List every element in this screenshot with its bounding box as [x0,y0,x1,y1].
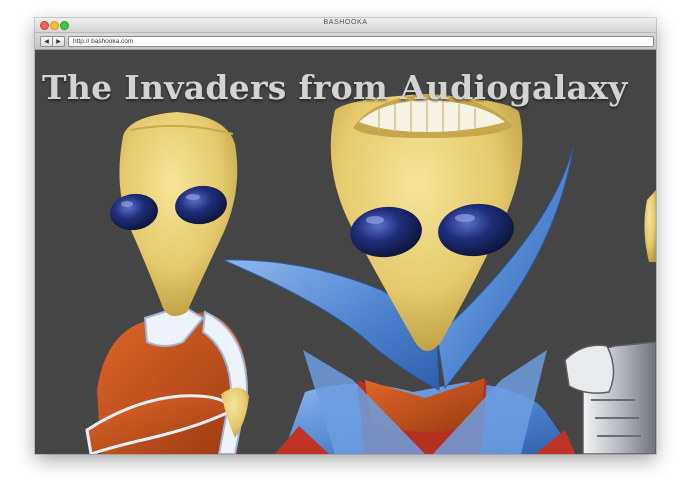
forward-button[interactable]: ▶ [52,36,65,47]
forward-arrow-icon: ▶ [56,38,61,45]
alien-illustration [85,94,656,454]
browser-window: BASHOOKA ◀ ▶ http:// bashooka.com The In… [35,18,656,454]
browser-toolbar: ◀ ▶ http:// bashooka.com [35,33,656,50]
address-bar[interactable]: http:// bashooka.com [68,36,654,47]
left-alien [85,112,249,454]
page-title: The Invaders from Audiogalaxy [42,68,628,107]
window-title: BASHOOKA [323,19,368,26]
right-alien [564,190,656,454]
center-alien [222,94,575,454]
back-arrow-icon: ◀ [44,38,49,45]
page-viewport: The Invaders from Audiogalaxy [35,50,656,454]
title-bar: BASHOOKA [35,18,656,33]
